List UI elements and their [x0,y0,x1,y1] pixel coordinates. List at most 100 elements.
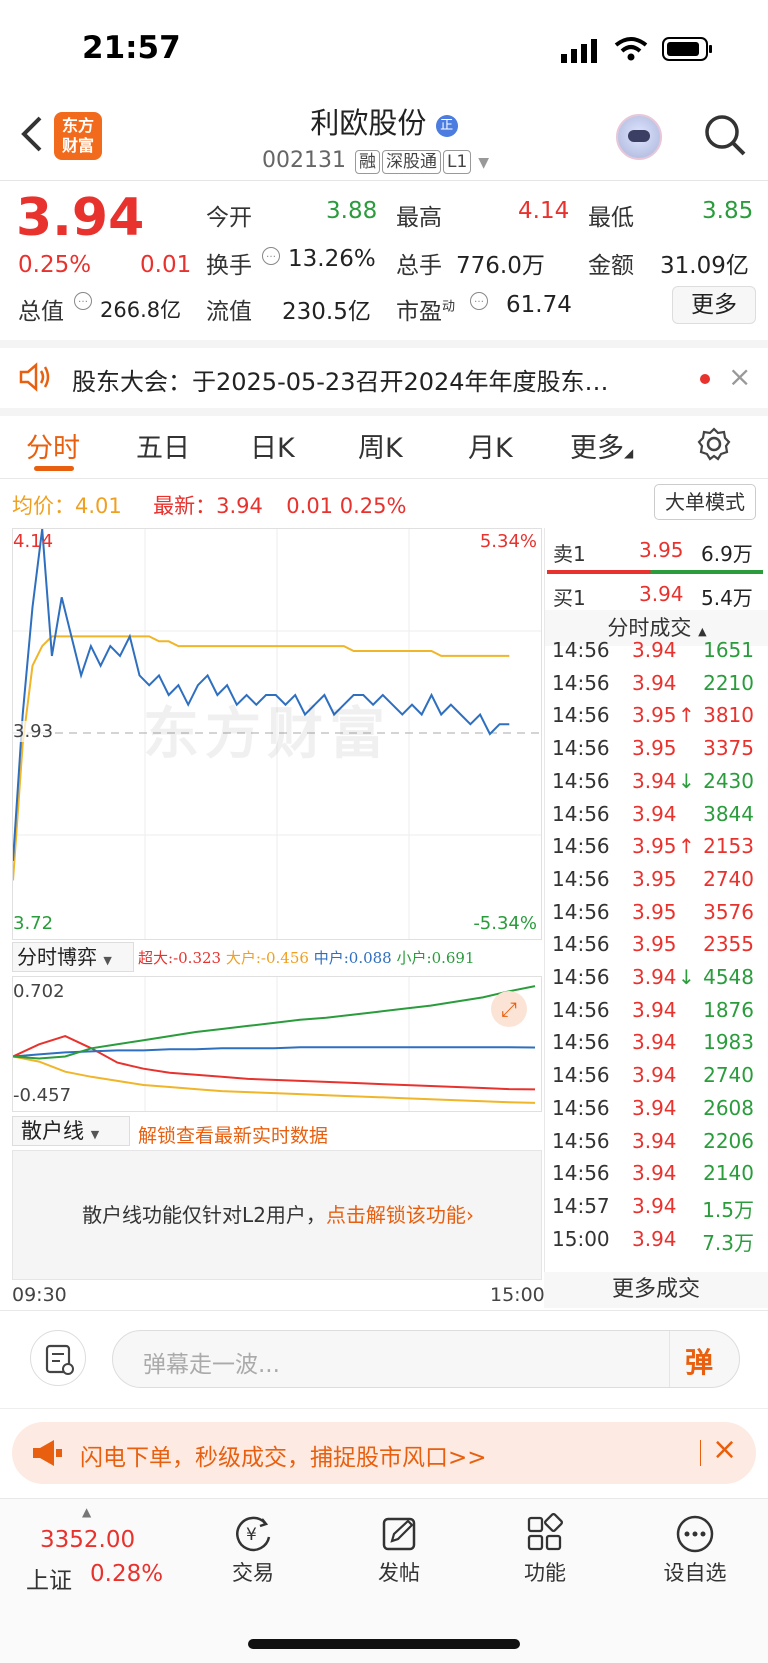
intraday-chart[interactable]: 东方财富 4.14 3.93 3.72 5.34% -5.34% [12,528,542,940]
tag-margin: 融 [354,150,380,174]
tick-volume: 2206 [703,1128,754,1153]
danmaku-send-button[interactable]: 弹 [685,1341,713,1381]
tick-row: 14:56 3.95 ↑ 3810 [548,703,758,733]
open-value: 3.88 [326,198,378,224]
tick-volume: 2355 [703,932,754,957]
sub-y-bottom: -0.457 [13,1085,72,1106]
info-icon[interactable]: … [74,292,92,310]
tab-day-k[interactable]: 日K [250,426,295,465]
tick-volume: 2740 [703,866,754,891]
tick-time: 14:56 [552,1161,610,1186]
index-name: 上证 [26,1568,72,1594]
tick-time: 14:56 [552,703,610,728]
robot-icon [628,130,650,142]
tick-price: 3.95 [632,834,677,859]
info-icon[interactable]: … [262,247,280,265]
divider [0,408,768,416]
ticks-title-text: 分时成交 [607,616,692,640]
tick-volume: 3576 [703,899,754,924]
tick-row: 14:56 3.95 ↑ 2153 [548,834,758,864]
tick-price: 3.94 [632,1063,677,1088]
tick-row: 14:56 3.94 ↓ 2430 [548,769,758,799]
index-value: 3352.00 [40,1527,136,1553]
tab-active-underline [34,466,74,471]
tick-price: 3.94 [632,965,677,989]
big-order-mode-button[interactable]: 大单模式 [654,484,756,520]
promo-banner[interactable]: 闪电下单，秒级成交，捕捉股市风口>> × [12,1422,756,1484]
nav-post[interactable]: 发帖 [362,1513,436,1587]
nav-add-watchlist[interactable]: 设自选 [650,1513,740,1587]
tick-time: 14:56 [552,1030,610,1055]
latest-change: 0.01 [286,494,334,518]
danmaku-placeholder: 弹幕走一波... [143,1352,280,1378]
tick-time: 14:56 [552,670,610,695]
caret-icon: ◢ [624,446,634,460]
tick-row: 14:56 3.94 2608 [548,1096,758,1126]
expand-button[interactable]: ⤢ [491,991,527,1027]
tick-volume: 1651 [703,638,754,662]
tab-month-k[interactable]: 月K [468,426,513,465]
tick-time: 14:56 [552,1128,610,1153]
latest-label: 最新： [153,494,217,518]
tick-time: 14:56 [552,1063,610,1088]
assistant-avatar[interactable] [616,114,662,160]
tab-more[interactable]: 更多◢ [570,426,633,465]
retail-line-title: 散户线 [21,1119,84,1143]
stock-code-row[interactable]: 002131 融深股通 L1 ▼ [262,148,489,174]
settings-button[interactable] [696,426,732,466]
pct-top-label: 5.34% [479,531,537,552]
tab-intraday[interactable]: 分时 [26,426,80,465]
danmaku-settings-button[interactable] [30,1330,86,1386]
nav-trade[interactable]: ¥ 交易 [216,1513,290,1587]
order-book-bar [547,570,763,574]
buy1-price: 3.94 [639,582,684,606]
legend-super-label: 超大: [138,949,174,967]
tick-arrow: ↑ [678,703,695,728]
nav-function[interactable]: 功能 [508,1513,582,1587]
buy1-volume: 5.4万 [701,586,753,610]
change-pct: 0.25% [18,252,92,278]
float-cap-label: 流值 [206,299,252,325]
battery-icon [662,36,714,66]
tick-volume: 3810 [703,703,754,728]
tick-arrow: ↓ [678,965,695,989]
more-ticks-button[interactable]: 更多成交 [544,1272,768,1308]
danmaku-list-icon [45,1344,74,1375]
retail-line-locked-panel: 散户线功能仅针对L2用户，点击解锁该功能› [12,1150,542,1280]
tick-volume: 2210 [703,670,754,695]
edit-icon [382,1517,416,1551]
tick-price: 3.95 [632,866,677,891]
tick-price: 3.95 [632,932,677,957]
caret-down-icon: ▼ [90,1128,100,1141]
danmaku-divider [669,1331,670,1387]
low-label: 最低 [588,205,634,231]
unlock-tip[interactable]: 解锁查看最新实时数据 [138,1121,328,1148]
market-cap-label: 总值 [18,299,64,325]
info-icon[interactable]: … [470,292,488,310]
tab-five-day[interactable]: 五日 [136,426,190,465]
index-widget[interactable]: ▲ 3352.00 上证 0.28% [20,1505,170,1605]
tick-row: 14:56 3.94 2140 [548,1161,758,1191]
low-value: 3.85 [702,198,754,224]
danmaku-input[interactable]: 弹幕走一波... 弹 [112,1330,740,1388]
tag-connect: 深股通 [381,150,441,174]
stock-name-text: 利欧股份 [310,106,427,140]
search-button[interactable] [702,112,748,162]
game-chart[interactable]: 0.702 -0.457 ⤢ [12,976,542,1112]
close-icon[interactable]: × [728,360,751,393]
caret-up-icon: ▲ [698,625,707,638]
tab-week-k[interactable]: 周K [358,426,403,465]
stock-code: 002131 [262,148,346,173]
notice-bar[interactable]: 股东大会：于2025-05-23召开2024年年度股东… × [0,348,768,408]
promo-close-icon[interactable]: × [712,1432,737,1467]
retail-line-selector[interactable]: 散户线 ▼ [12,1116,130,1146]
tick-time: 14:57 [552,1193,610,1218]
tick-price: 3.95 [632,703,677,728]
tick-price: 3.95 [632,899,677,924]
more-quote-button[interactable]: 更多 [672,286,756,324]
wifi-icon [614,36,648,66]
sub-chart-selector[interactable]: 分时博弈 ▼ [12,942,134,972]
tick-price: 3.94 [632,801,677,826]
unlock-link[interactable]: 点击解锁该功能 [326,1203,466,1227]
status-time: 21:57 [82,30,181,66]
